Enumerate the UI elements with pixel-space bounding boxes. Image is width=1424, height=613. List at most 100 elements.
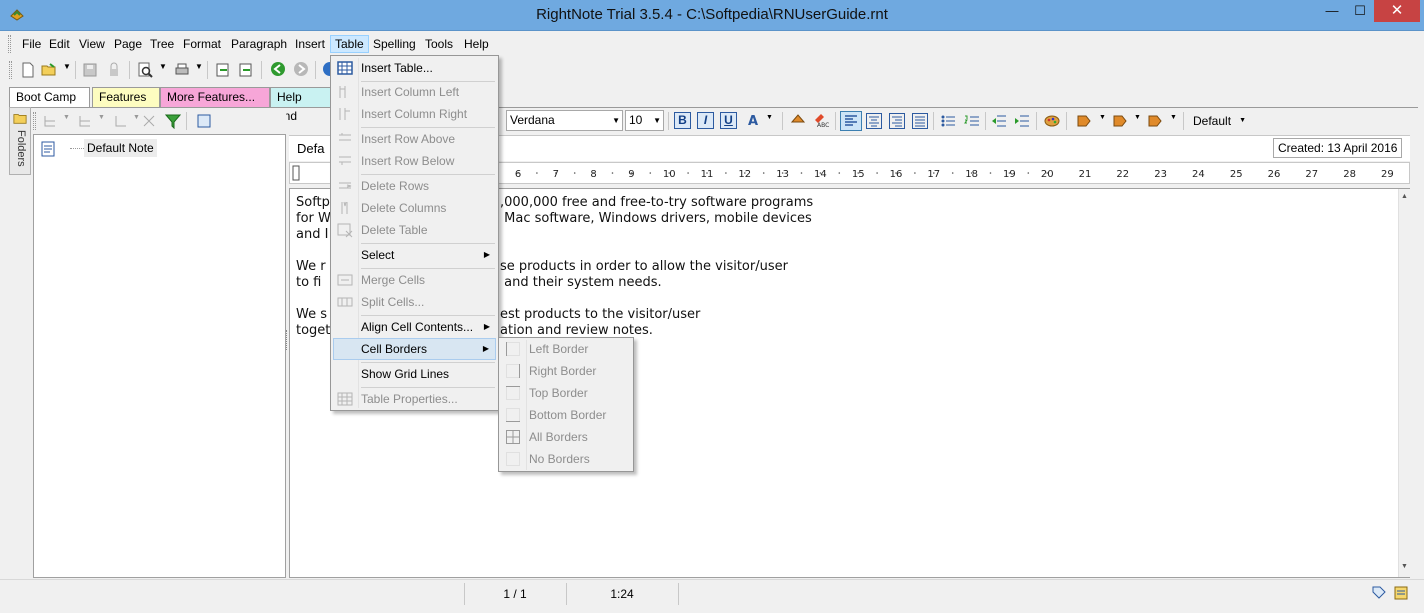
save-icon[interactable] bbox=[82, 62, 98, 78]
menu-item-insert-column-right[interactable]: Insert Column Right bbox=[333, 103, 496, 125]
editor-text-line[interactable]: for W bbox=[296, 211, 331, 226]
notes-status-icon[interactable] bbox=[1393, 585, 1409, 601]
menu-paragraph[interactable]: Paragraph bbox=[227, 35, 291, 53]
maximize-button[interactable]: ☐ bbox=[1346, 0, 1374, 22]
menu-item-insert-column-left[interactable]: Insert Column Left bbox=[333, 81, 496, 103]
menu-item-delete-table[interactable]: Delete Table bbox=[333, 219, 496, 241]
dropdown-arrow-icon[interactable]: ▼ bbox=[766, 114, 773, 121]
menu-file[interactable]: File bbox=[18, 35, 45, 53]
italic-button[interactable]: I bbox=[697, 112, 714, 129]
menu-spelling[interactable]: Spelling bbox=[369, 35, 420, 53]
align-right-icon[interactable] bbox=[889, 113, 905, 129]
menu-table[interactable]: Table bbox=[330, 35, 369, 53]
dropdown-arrow-icon[interactable]: ▼ bbox=[63, 62, 71, 71]
dropdown-arrow-icon[interactable]: ▼ bbox=[1170, 114, 1177, 121]
menu-view[interactable]: View bbox=[75, 35, 109, 53]
editor-text-line[interactable]: We s bbox=[296, 307, 327, 322]
dropdown-arrow-icon[interactable]: ▼ bbox=[612, 111, 620, 130]
menu-item-cell-borders[interactable]: Cell Borders ▶ bbox=[333, 338, 496, 360]
forward-icon[interactable] bbox=[293, 61, 309, 77]
menu-item-insert-table[interactable]: Insert Table... bbox=[333, 57, 496, 79]
toolbar-grip[interactable] bbox=[33, 112, 36, 130]
editor-text-line[interactable]: and their system needs. bbox=[500, 275, 662, 290]
menu-help[interactable]: Help bbox=[460, 35, 493, 53]
tag-add-icon[interactable] bbox=[1112, 113, 1128, 129]
justify-icon[interactable] bbox=[912, 113, 928, 129]
editor-text-line[interactable]: ,000,000 free and free-to-try software p… bbox=[500, 195, 813, 210]
dropdown-arrow-icon[interactable]: ▼ bbox=[1239, 112, 1246, 130]
dropdown-arrow-icon[interactable]: ▼ bbox=[63, 114, 70, 121]
bold-button[interactable]: B bbox=[674, 112, 691, 129]
menu-page[interactable]: Page bbox=[110, 35, 146, 53]
tab-more-features[interactable]: More Features... bbox=[160, 87, 270, 108]
editor-text-line[interactable]: Softp bbox=[296, 195, 330, 210]
spellcheck-icon[interactable]: ABC bbox=[813, 112, 829, 128]
menu-item-delete-rows[interactable]: Delete Rows bbox=[333, 175, 496, 197]
tag-remove-icon[interactable] bbox=[1147, 113, 1163, 129]
bullet-list-icon[interactable] bbox=[940, 113, 956, 129]
editor-text-line[interactable]: est products to the visitor/user bbox=[500, 307, 700, 322]
print-icon[interactable] bbox=[174, 62, 190, 78]
submenu-item-right-border[interactable]: Right Border bbox=[501, 360, 631, 382]
style-preset-combo[interactable]: Default ▼ bbox=[1190, 112, 1250, 130]
back-icon[interactable] bbox=[270, 61, 286, 77]
menu-edit[interactable]: Edit bbox=[45, 35, 74, 53]
editor-text-line[interactable]: Mac software, Windows drivers, mobile de… bbox=[500, 211, 812, 226]
highlight-icon[interactable] bbox=[790, 112, 806, 128]
menu-item-select[interactable]: Select ▶ bbox=[333, 244, 496, 266]
submenu-item-no-borders[interactable]: No Borders bbox=[501, 448, 631, 470]
font-color-icon[interactable]: A bbox=[745, 112, 761, 128]
dropdown-arrow-icon[interactable]: ▼ bbox=[195, 62, 203, 71]
editor-text-line[interactable]: toget bbox=[296, 323, 330, 338]
dropdown-arrow-icon[interactable]: ▼ bbox=[1099, 114, 1106, 121]
close-button[interactable]: ✕ bbox=[1374, 0, 1420, 22]
dropdown-arrow-icon[interactable]: ▼ bbox=[98, 114, 105, 121]
submenu-item-bottom-border[interactable]: Bottom Border bbox=[501, 404, 631, 426]
add-child-node-icon[interactable] bbox=[77, 113, 93, 129]
menu-tools[interactable]: Tools bbox=[421, 35, 457, 53]
tab-help-and[interactable]: Help and bbox=[270, 87, 332, 123]
menu-item-insert-row-above[interactable]: Insert Row Above bbox=[333, 128, 496, 150]
editor-text-line[interactable]: to fi bbox=[296, 275, 321, 290]
add-node-icon[interactable] bbox=[42, 113, 58, 129]
menu-tree[interactable]: Tree bbox=[146, 35, 178, 53]
scroll-up-icon[interactable]: ▲ bbox=[1401, 193, 1408, 200]
tag-icon[interactable] bbox=[1076, 113, 1092, 129]
dropdown-arrow-icon[interactable]: ▼ bbox=[653, 111, 661, 130]
menu-item-insert-row-below[interactable]: Insert Row Below bbox=[333, 150, 496, 172]
editor-text-line[interactable]: ation and review notes. bbox=[500, 323, 653, 338]
menu-item-align-cell-contents[interactable]: Align Cell Contents... ▶ bbox=[333, 316, 496, 338]
dropdown-arrow-icon[interactable]: ▼ bbox=[159, 62, 167, 71]
find-icon[interactable] bbox=[137, 62, 153, 78]
dropdown-arrow-icon[interactable]: ▼ bbox=[133, 114, 140, 121]
toolbar-grip[interactable] bbox=[8, 35, 11, 53]
menu-item-split-cells[interactable]: Split Cells... bbox=[333, 291, 496, 313]
dropdown-arrow-icon[interactable]: ▼ bbox=[1134, 114, 1141, 121]
numbered-list-icon[interactable] bbox=[964, 113, 980, 129]
export-icon[interactable] bbox=[215, 62, 231, 78]
scroll-down-icon[interactable]: ▼ bbox=[1401, 563, 1408, 570]
view-toggle-icon[interactable] bbox=[196, 113, 212, 129]
color-palette-icon[interactable] bbox=[1044, 113, 1060, 129]
minimize-button[interactable]: — bbox=[1318, 0, 1346, 22]
submenu-item-all-borders[interactable]: All Borders bbox=[501, 426, 631, 448]
editor-text-line[interactable]: and I bbox=[296, 227, 328, 242]
editor-text-line[interactable]: se products in order to allow the visito… bbox=[500, 259, 788, 274]
tree-panel[interactable]: Default Note bbox=[33, 134, 286, 578]
menu-insert[interactable]: Insert bbox=[291, 35, 329, 53]
tab-features[interactable]: Features bbox=[92, 87, 160, 108]
note-title[interactable]: Defa bbox=[297, 141, 324, 156]
font-size-combo[interactable]: 10 ▼ bbox=[625, 110, 664, 131]
folders-strip[interactable]: Folders bbox=[9, 107, 31, 175]
indent-increase-icon[interactable] bbox=[1014, 113, 1030, 129]
import-icon[interactable] bbox=[238, 62, 254, 78]
menu-format[interactable]: Format bbox=[179, 35, 225, 53]
tree-item-default-note[interactable]: Default Note bbox=[84, 139, 157, 157]
submenu-item-left-border[interactable]: Left Border bbox=[501, 338, 631, 360]
editor-text-line[interactable]: We r bbox=[296, 259, 326, 274]
align-center-icon[interactable] bbox=[866, 113, 882, 129]
indent-decrease-icon[interactable] bbox=[991, 113, 1007, 129]
menu-item-show-grid-lines[interactable]: Show Grid Lines bbox=[333, 363, 496, 385]
tag-status-icon[interactable] bbox=[1371, 585, 1387, 601]
delete-node-icon[interactable] bbox=[141, 113, 157, 129]
